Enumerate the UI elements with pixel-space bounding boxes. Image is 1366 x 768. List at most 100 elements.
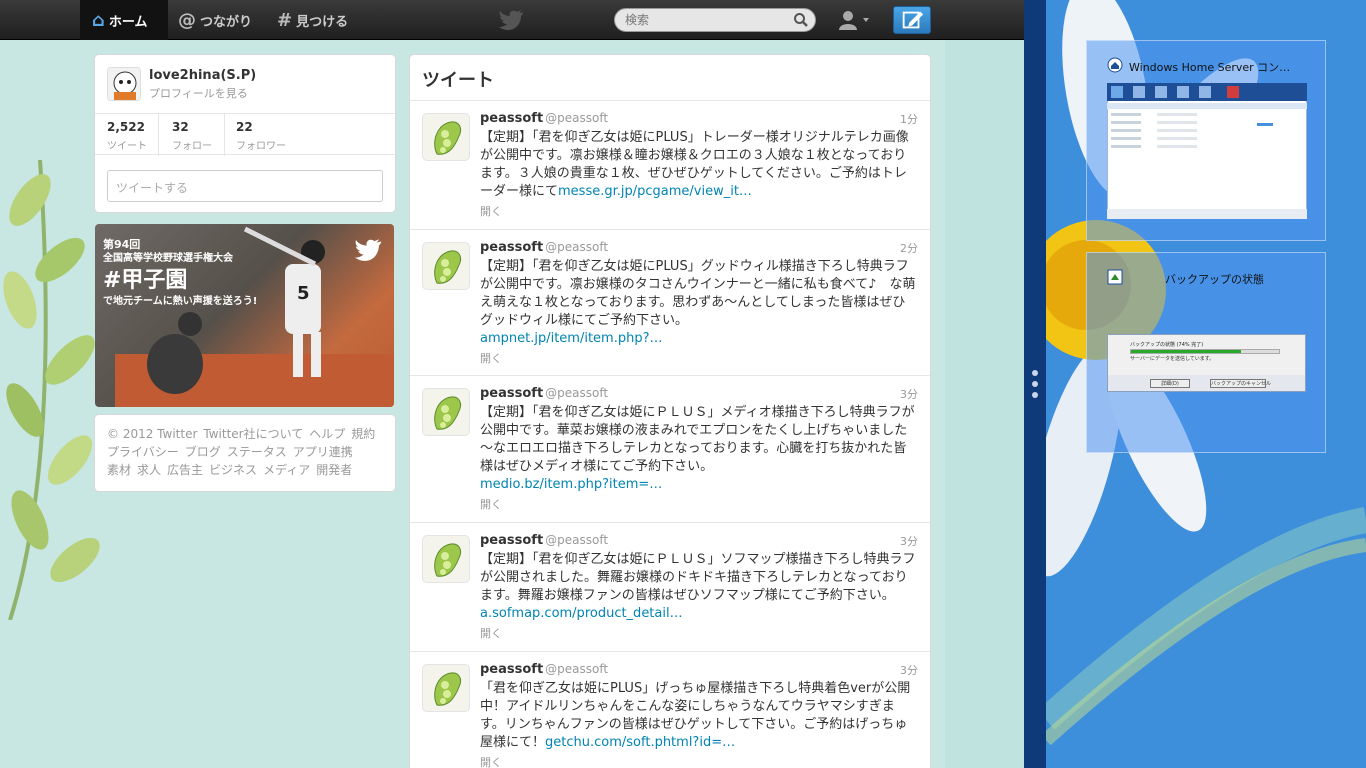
tweet-avatar[interactable] — [422, 113, 470, 161]
tweet-fullname[interactable]: peassoft — [480, 662, 543, 677]
tweet-text: 【定期】「君を仰ぎ乙女は姫にＰＬＵＳ」メディオ様描き下ろし特典ラフが公開中です。… — [480, 404, 918, 494]
expand-link[interactable]: 開く — [480, 496, 918, 512]
tweet-handle[interactable]: @peassoft — [545, 662, 608, 676]
tweet-item[interactable]: peassoft @peassoft 1分 【定期】「君を仰ぎ乙女は姫にPLUS」… — [410, 101, 930, 230]
search-box[interactable] — [614, 8, 816, 32]
nav-connect[interactable]: @ つながり — [178, 0, 252, 40]
tweet-avatar[interactable] — [422, 242, 470, 290]
view-profile-link[interactable]: プロフィールを見る — [149, 85, 248, 101]
avatar[interactable] — [107, 67, 141, 101]
expand-link[interactable]: 開く — [480, 754, 918, 768]
profile-card: love2hina(S.P) プロフィールを見る 2,522 ツイート 32 フ… — [94, 54, 396, 213]
nav-discover[interactable]: # 見つける — [277, 0, 348, 40]
expand-link[interactable]: 開く — [480, 350, 918, 366]
home-server-icon — [1107, 57, 1123, 73]
window-thumb-backup-status[interactable]: バックアップの状態 バックアップの状態 (74% 完了) サーバーにデータを送信… — [1086, 252, 1326, 453]
stream-title: ツイート — [410, 55, 930, 101]
tweet-link[interactable]: ampnet.jp/item/item.php?… — [480, 331, 663, 346]
tweet-body: 【定期】「君を仰ぎ乙女は姫にＰＬＵＳ」メディオ様描き下ろし特典ラフが公開中です。… — [480, 405, 915, 474]
twitter-bird-icon[interactable] — [498, 9, 524, 31]
footer-link[interactable]: 規約 — [351, 427, 375, 441]
tweet-handle[interactable]: @peassoft — [545, 111, 608, 125]
stat-tweets-label: ツイート — [107, 141, 147, 152]
backup-cancel-button[interactable]: バックアップのキャンセル — [1210, 379, 1271, 388]
profile-name[interactable]: love2hina(S.P) — [149, 68, 256, 83]
backup-details-button[interactable]: 詳細(D) — [1150, 379, 1190, 388]
snap-splitter[interactable] — [1024, 0, 1046, 768]
koshien-banner[interactable]: 5 第94回 全国高等学校野球選手権大会 #甲子園 で地元チームに熱い声援を送ろ… — [95, 224, 394, 407]
tweet-link[interactable]: a.sofmap.com/product_detail… — [480, 606, 683, 621]
tweet-link[interactable]: getchu.com/soft.phtml?id=… — [545, 735, 735, 750]
tweet-fullname[interactable]: peassoft — [480, 111, 543, 126]
footer-link[interactable]: 求人 — [137, 463, 161, 477]
expand-link[interactable]: 開く — [480, 203, 918, 219]
footer-link[interactable]: メディア — [263, 463, 310, 477]
stat-tweets-count: 2,522 — [107, 120, 145, 134]
footer-link[interactable]: ヘルプ — [309, 427, 345, 441]
thumb1-title: Windows Home Server コン… — [1129, 61, 1291, 74]
stat-followers-label: フォロワー — [236, 141, 286, 152]
splitter-grip-dot — [1032, 370, 1038, 376]
divider — [224, 114, 225, 156]
tweet-compose-box[interactable]: ツイートする — [107, 170, 383, 202]
stat-following-label: フォロー — [172, 141, 212, 152]
stat-followers-count: 22 — [236, 120, 253, 134]
footer-link[interactable]: ビジネス — [209, 463, 257, 477]
footer-link[interactable]: 開発者 — [316, 463, 352, 477]
compose-icon — [902, 11, 924, 29]
pea-logo-image — [434, 543, 462, 577]
backup-progress-fill — [1131, 350, 1241, 353]
tweet-time[interactable]: 3分 — [900, 662, 918, 678]
tweet-time[interactable]: 2分 — [900, 240, 918, 256]
footer-link[interactable]: Twitter社について — [203, 427, 303, 441]
tweet-fullname[interactable]: peassoft — [480, 386, 543, 401]
tweet-body: 【定期】「君を仰ぎ乙女は姫にＰＬＵＳ」ソフマップ様描き下ろし特典ラフが公開されま… — [480, 552, 916, 603]
home-icon: ⌂ — [92, 9, 105, 31]
tweet-avatar[interactable] — [422, 535, 470, 583]
desktop-pane: Windows Home Server コン… バックアップの状態 バックアップ… — [1046, 0, 1366, 768]
tweet-avatar[interactable] — [422, 664, 470, 712]
tweet-link[interactable]: messe.gr.jp/pcgame/view_it… — [558, 184, 752, 199]
tweet-text: 【定期】「君を仰ぎ乙女は姫にPLUS」グッドウィル様描き下ろし特典ラフが公開中で… — [480, 258, 918, 348]
footer-link[interactable]: プライバシー — [107, 445, 179, 459]
tweet-handle[interactable]: @peassoft — [545, 386, 608, 400]
tweet-link[interactable]: medio.bz/item.php?item=… — [480, 477, 662, 492]
tweet-item[interactable]: peassoft @peassoft 3分 【定期】「君を仰ぎ乙女は姫にＰＬＵＳ」… — [410, 523, 930, 652]
tweet-handle[interactable]: @peassoft — [545, 533, 608, 547]
tweet-avatar[interactable] — [422, 388, 470, 436]
tweet-item[interactable]: peassoft @peassoft 3分 「君を仰ぎ乙女は姫にPLUS」げっちゅ… — [410, 652, 930, 768]
stat-tweets[interactable]: 2,522 ツイート — [107, 120, 147, 152]
footer-link[interactable]: アプリ連携 — [293, 445, 353, 459]
banner-line4: で地元チームに熱い声援を送ろう! — [103, 296, 258, 307]
tweet-text: 「君を仰ぎ乙女は姫にPLUS」げっちゅ屋様描き下ろし特典着色verが公開中！アイ… — [480, 680, 918, 752]
tweet-item[interactable]: peassoft @peassoft 3分 【定期】「君を仰ぎ乙女は姫にＰＬＵＳ」… — [410, 376, 930, 523]
tweet-fullname[interactable]: peassoft — [480, 533, 543, 548]
leaf-decoration — [3, 160, 100, 620]
expand-link[interactable]: 開く — [480, 625, 918, 641]
tweet-time[interactable]: 1分 — [900, 111, 918, 127]
compose-tweet-button[interactable] — [893, 6, 931, 34]
tweet-time[interactable]: 3分 — [900, 533, 918, 549]
tweet-item[interactable]: peassoft @peassoft 2分 【定期】「君を仰ぎ乙女は姫にPLUS」… — [410, 230, 930, 376]
footer-links: © 2012 Twitter Twitter社について ヘルプ 規約 プライバシー ブロ… — [107, 425, 383, 479]
footer-link[interactable]: ブログ — [185, 445, 221, 459]
footer-link[interactable]: 広告主 — [167, 463, 203, 477]
nav-home[interactable]: ⌂ ホーム — [80, 0, 168, 40]
splitter-grip-dot — [1032, 381, 1038, 387]
tweet-text: 【定期】「君を仰ぎ乙女は姫にPLUS」トレーダー様オリジナルテレカ画像が公開中で… — [480, 129, 918, 201]
footer-link[interactable]: ステータス — [227, 445, 287, 459]
tweet-time[interactable]: 3分 — [900, 386, 918, 402]
tweet-fullname[interactable]: peassoft — [480, 240, 543, 255]
window-thumb-home-server[interactable]: Windows Home Server コン… — [1086, 40, 1326, 241]
stat-following[interactable]: 32 フォロー — [172, 120, 212, 152]
tweet-body: 【定期】「君を仰ぎ乙女は姫にPLUS」グッドウィル様描き下ろし特典ラフが公開中で… — [480, 259, 916, 328]
user-menu-icon[interactable] — [836, 9, 872, 31]
search-icon[interactable] — [793, 12, 809, 28]
stat-followers[interactable]: 22 フォロワー — [236, 120, 286, 152]
footer-link[interactable]: 素材 — [107, 463, 131, 477]
profile-stats: 2,522 ツイート 32 フォロー 22 フォロワー — [95, 113, 395, 156]
nav-discover-label: 見つける — [296, 14, 349, 30]
backup-status-line2: サーバーにデータを送信しています。 — [1130, 356, 1215, 362]
tweet-handle[interactable]: @peassoft — [545, 240, 608, 254]
search-input[interactable] — [625, 12, 785, 28]
